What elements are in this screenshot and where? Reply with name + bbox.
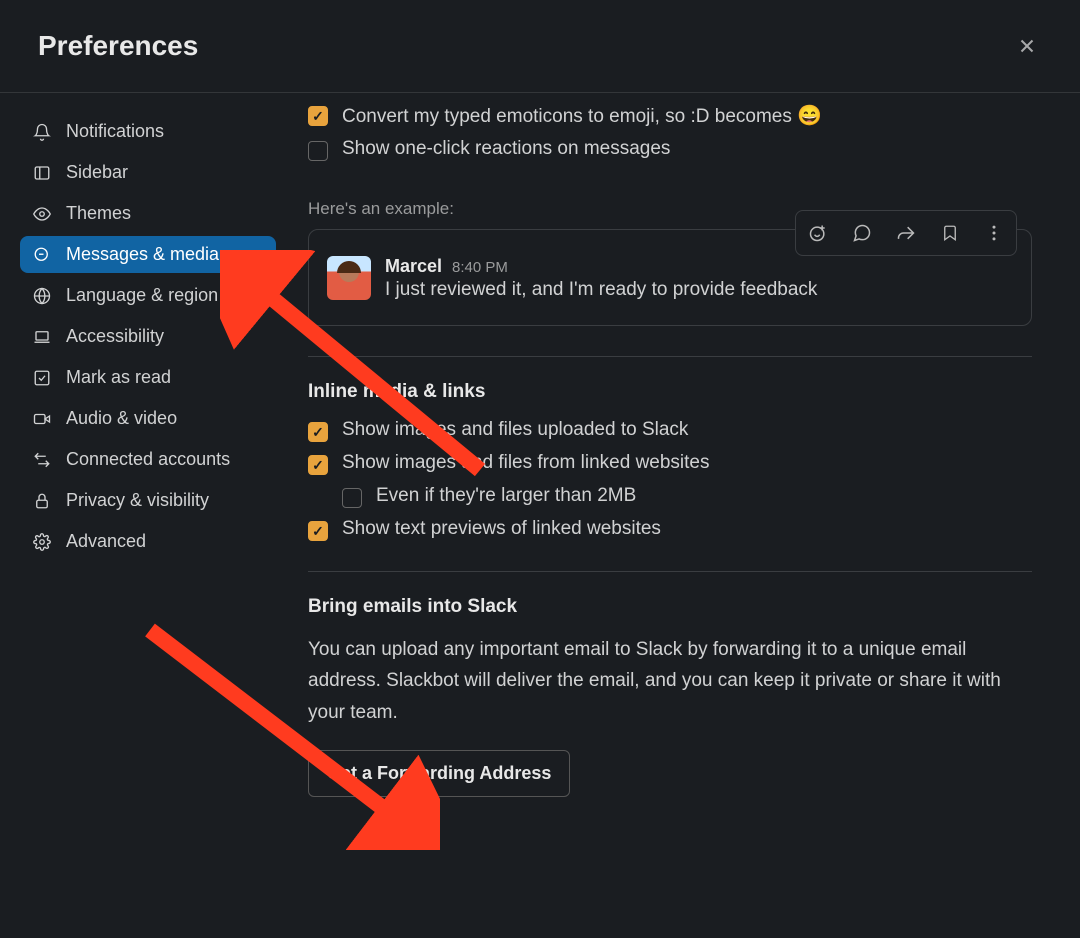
message-author: Marcel xyxy=(385,256,442,277)
checkbox-text-previews[interactable] xyxy=(308,521,328,541)
search-msg-icon xyxy=(32,246,52,264)
close-button[interactable] xyxy=(1012,31,1042,61)
sidebar-item-label: Language & region xyxy=(66,285,218,306)
option-show-linked: Show images and files from linked websit… xyxy=(308,452,1032,475)
option-label: Show one-click reactions on messages xyxy=(342,138,670,160)
option-convert-emoticons: Convert my typed emoticons to emoji, so … xyxy=(308,103,1032,128)
sidebar-item-advanced[interactable]: Advanced xyxy=(20,523,276,560)
eye-icon xyxy=(32,205,52,223)
smile-emoji-icon: 😄 xyxy=(797,105,822,127)
sidebar-item-label: Themes xyxy=(66,203,131,224)
option-larger-2mb: Even if they're larger than 2MB xyxy=(342,485,1032,508)
globe-icon xyxy=(32,287,52,305)
checkbox-larger-2mb[interactable] xyxy=(342,488,362,508)
sidebar-item-label: Audio & video xyxy=(66,408,177,429)
main-panel: Convert my typed emoticons to emoji, so … xyxy=(288,93,1080,933)
divider xyxy=(308,571,1032,572)
add-reaction-button[interactable] xyxy=(796,211,840,255)
option-text-previews: Show text previews of linked websites xyxy=(308,518,1032,541)
option-label: Show images and files from linked websit… xyxy=(342,452,710,474)
swap-icon xyxy=(32,451,52,469)
sidebar-item-language-region[interactable]: Language & region xyxy=(20,277,276,314)
laptop-icon xyxy=(32,328,52,346)
thread-button[interactable] xyxy=(840,211,884,255)
close-icon xyxy=(1016,35,1038,57)
option-label: Show text previews of linked websites xyxy=(342,518,661,540)
sidebar-item-label: Accessibility xyxy=(66,326,164,347)
option-label: Even if they're larger than 2MB xyxy=(376,485,636,507)
sidebar-item-label: Messages & media xyxy=(66,244,219,265)
inline-media-title: Inline media & links xyxy=(308,381,1032,403)
checkbox-one-click-reactions[interactable] xyxy=(308,141,328,161)
message-actions-bar xyxy=(795,210,1017,256)
sidebar: Notifications Sidebar Themes Messages & … xyxy=(0,93,288,933)
option-label: Show images and files uploaded to Slack xyxy=(342,419,688,441)
video-icon xyxy=(32,410,52,428)
message-time: 8:40 PM xyxy=(452,259,508,276)
sidebar-item-messages-media[interactable]: Messages & media xyxy=(20,236,276,273)
option-show-uploaded: Show images and files uploaded to Slack xyxy=(308,419,1032,442)
sidebar-item-themes[interactable]: Themes xyxy=(20,195,276,232)
sidebar-item-label: Sidebar xyxy=(66,162,128,183)
sidebar-item-audio-video[interactable]: Audio & video xyxy=(20,400,276,437)
bell-icon xyxy=(32,123,52,141)
get-forwarding-address-button[interactable]: Get a Forwarding Address xyxy=(308,750,570,797)
sidebar-item-sidebar[interactable]: Sidebar xyxy=(20,154,276,191)
gear-icon xyxy=(32,533,52,551)
bookmark-button[interactable] xyxy=(928,211,972,255)
lock-icon xyxy=(32,492,52,510)
more-actions-button[interactable] xyxy=(972,211,1016,255)
divider xyxy=(308,356,1032,357)
share-icon xyxy=(896,223,916,243)
header: Preferences xyxy=(0,0,1080,93)
sidebar-icon xyxy=(32,164,52,182)
sidebar-item-mark-as-read[interactable]: Mark as read xyxy=(20,359,276,396)
message-text: I just reviewed it, and I'm ready to pro… xyxy=(385,279,817,301)
thread-icon xyxy=(852,223,872,243)
page-title: Preferences xyxy=(38,30,198,62)
emails-title: Bring emails into Slack xyxy=(308,596,1032,618)
sidebar-item-label: Mark as read xyxy=(66,367,171,388)
checkbox-show-uploaded[interactable] xyxy=(308,422,328,442)
avatar xyxy=(327,256,371,300)
sidebar-item-privacy-visibility[interactable]: Privacy & visibility xyxy=(20,482,276,519)
sidebar-item-notifications[interactable]: Notifications xyxy=(20,113,276,150)
bookmark-icon xyxy=(941,223,959,243)
sidebar-item-label: Advanced xyxy=(66,531,146,552)
sidebar-item-connected-accounts[interactable]: Connected accounts xyxy=(20,441,276,478)
checkbox-convert-emoticons[interactable] xyxy=(308,106,328,126)
option-one-click-reactions: Show one-click reactions on messages xyxy=(308,138,1032,161)
sidebar-item-label: Connected accounts xyxy=(66,449,230,470)
sidebar-item-label: Notifications xyxy=(66,121,164,142)
sidebar-item-accessibility[interactable]: Accessibility xyxy=(20,318,276,355)
more-vertical-icon xyxy=(984,223,1004,243)
example-message-card: Marcel 8:40 PM I just reviewed it, and I… xyxy=(308,229,1032,326)
emoji-add-icon xyxy=(808,223,828,243)
share-button[interactable] xyxy=(884,211,928,255)
check-square-icon xyxy=(32,369,52,387)
checkbox-show-linked[interactable] xyxy=(308,455,328,475)
emails-description: You can upload any important email to Sl… xyxy=(308,634,1032,728)
sidebar-item-label: Privacy & visibility xyxy=(66,490,209,511)
option-label: Convert my typed emoticons to emoji, so … xyxy=(342,103,822,128)
